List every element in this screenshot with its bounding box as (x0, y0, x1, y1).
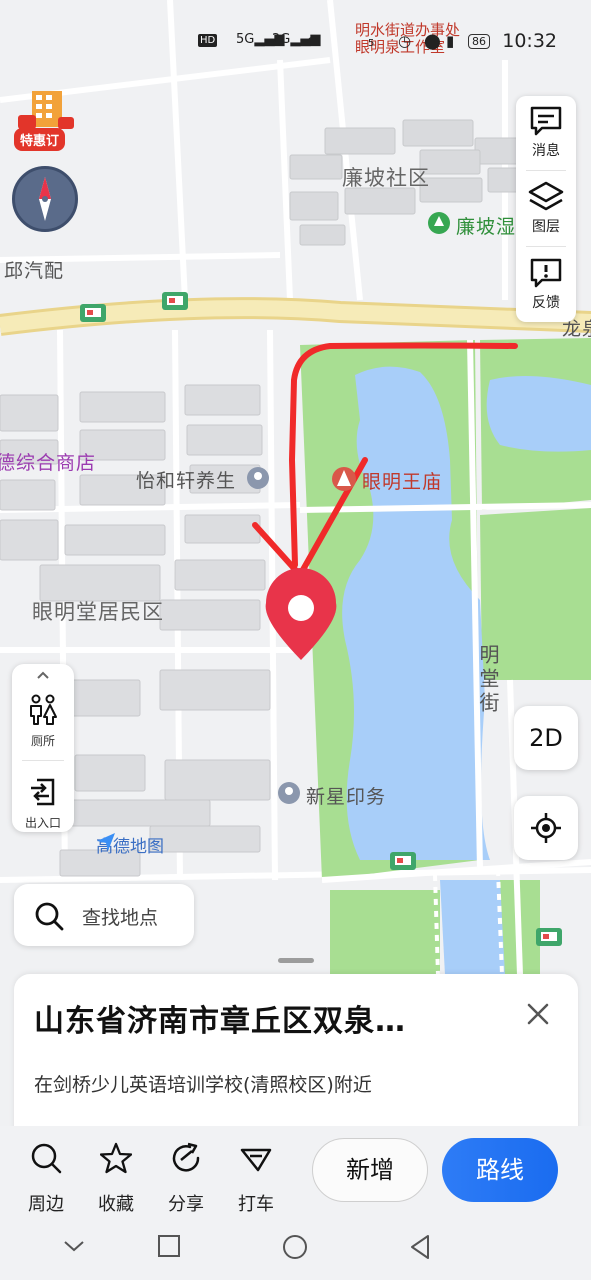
poi-general-store[interactable]: 德综合商店 (0, 448, 96, 475)
message-label: 消息 (532, 143, 560, 159)
add-button[interactable]: 新增 (312, 1138, 428, 1202)
taxi-button[interactable]: 打车 (226, 1140, 286, 1215)
chevron-down-icon[interactable] (62, 1234, 86, 1258)
hd-icon: HD (198, 34, 218, 47)
toilet-label: 厕所 (30, 734, 55, 748)
wifi-icon: ◠ (306, 32, 320, 51)
poi-lianpo-community[interactable]: 廉坡社区 (342, 162, 430, 192)
favorite-button[interactable]: 收藏 (86, 1140, 146, 1215)
search-placeholder: 查找地点 (82, 907, 159, 929)
poi-mingtang-street[interactable]: 明堂街 (474, 644, 503, 716)
star-icon (100, 1142, 132, 1174)
poi-qiu-auto[interactable]: 邱汽配 (4, 256, 64, 283)
entrance-label: 出入口 (24, 816, 61, 830)
place-detail-sheet: 山东省济南市章丘区双泉… 在剑桥少儿英语培训学校(清照校区)附近 (14, 974, 578, 1134)
sheet-drag-handle[interactable] (278, 958, 314, 963)
battery-level: 86 (472, 35, 486, 48)
net-speed: 5 (368, 38, 375, 49)
map-tools-panel: 消息 图层 反馈 (516, 96, 576, 322)
nearby-label: 周边 (28, 1194, 64, 1215)
amap-logo-icon (97, 833, 115, 851)
poi-lianpo-wetland[interactable]: 廉坡湿 (456, 212, 516, 239)
route-button[interactable]: 路线 (442, 1138, 558, 1202)
share-button[interactable]: 分享 (156, 1140, 216, 1215)
view-mode-button[interactable]: 2D (514, 706, 578, 770)
entrance-icon (31, 778, 55, 806)
feedback-icon (530, 258, 562, 288)
promo-badge: 特惠订 (14, 128, 66, 151)
layers-label: 图层 (532, 219, 560, 235)
taxi-icon (240, 1148, 272, 1172)
layers-button[interactable]: 图层 (516, 172, 576, 242)
status-time: 10:32 (502, 30, 557, 52)
place-subtitle: 在剑桥少儿英语培训学校(清照校区)附近 (34, 1074, 372, 1096)
alarm-icon: ◷ (398, 32, 412, 50)
poi-xinxing-print[interactable]: 新星印务 (306, 782, 386, 809)
place-title: 山东省济南市章丘区双泉… (34, 1004, 406, 1039)
back-triangle-icon[interactable] (408, 1234, 432, 1260)
favorite-label: 收藏 (98, 1194, 134, 1215)
poi-yanmingtang-residential[interactable]: 眼明堂居民区 (32, 596, 164, 626)
compass-icon (39, 177, 51, 221)
status-bar: HD 5G▂▄▆ 2G▂▄▆ ◠ 明水街道办事处 眼明泉工作室 5 ◷ ⬤ ▮ … (0, 22, 591, 62)
nearby-button[interactable]: 周边 (16, 1140, 76, 1215)
share-icon (172, 1142, 200, 1172)
share-label: 分享 (168, 1194, 204, 1215)
search-icon (31, 1143, 62, 1174)
recents-square-icon[interactable] (157, 1234, 181, 1258)
toilet-button[interactable]: 厕所 (12, 678, 74, 758)
facility-panel: 厕所 出入口 (12, 664, 74, 832)
taxi-label: 打车 (238, 1194, 274, 1215)
close-icon[interactable] (524, 1000, 552, 1028)
layers-icon (528, 181, 564, 211)
toilet-icon (30, 694, 57, 725)
system-nav-bar (0, 1218, 591, 1280)
message-button[interactable]: 消息 (516, 96, 576, 166)
home-circle-icon[interactable] (282, 1234, 308, 1260)
compass-button[interactable] (12, 166, 78, 232)
search-place-button[interactable]: 查找地点 (14, 884, 194, 946)
poi-yanming-temple[interactable]: 眼明王庙 (362, 467, 442, 494)
entrance-button[interactable]: 出入口 (12, 760, 74, 840)
poi-yihexuan[interactable]: 怡和轩养生 (136, 466, 236, 493)
amap-logo: 高德地图 (96, 832, 164, 857)
promo-button[interactable]: 特惠订 (12, 85, 78, 151)
search-icon (35, 902, 64, 931)
locate-button[interactable] (514, 796, 578, 860)
locate-icon (531, 813, 561, 843)
feedback-label: 反馈 (532, 295, 560, 311)
battery-icon: 86 (468, 34, 490, 49)
message-icon (530, 106, 562, 136)
action-bar: 周边 收藏 分享 打车 新增 路线 (0, 1126, 591, 1218)
feedback-button[interactable]: 反馈 (516, 248, 576, 318)
microphone-icon: ▮ (446, 32, 455, 50)
location-icon: ⬤ (424, 32, 441, 50)
